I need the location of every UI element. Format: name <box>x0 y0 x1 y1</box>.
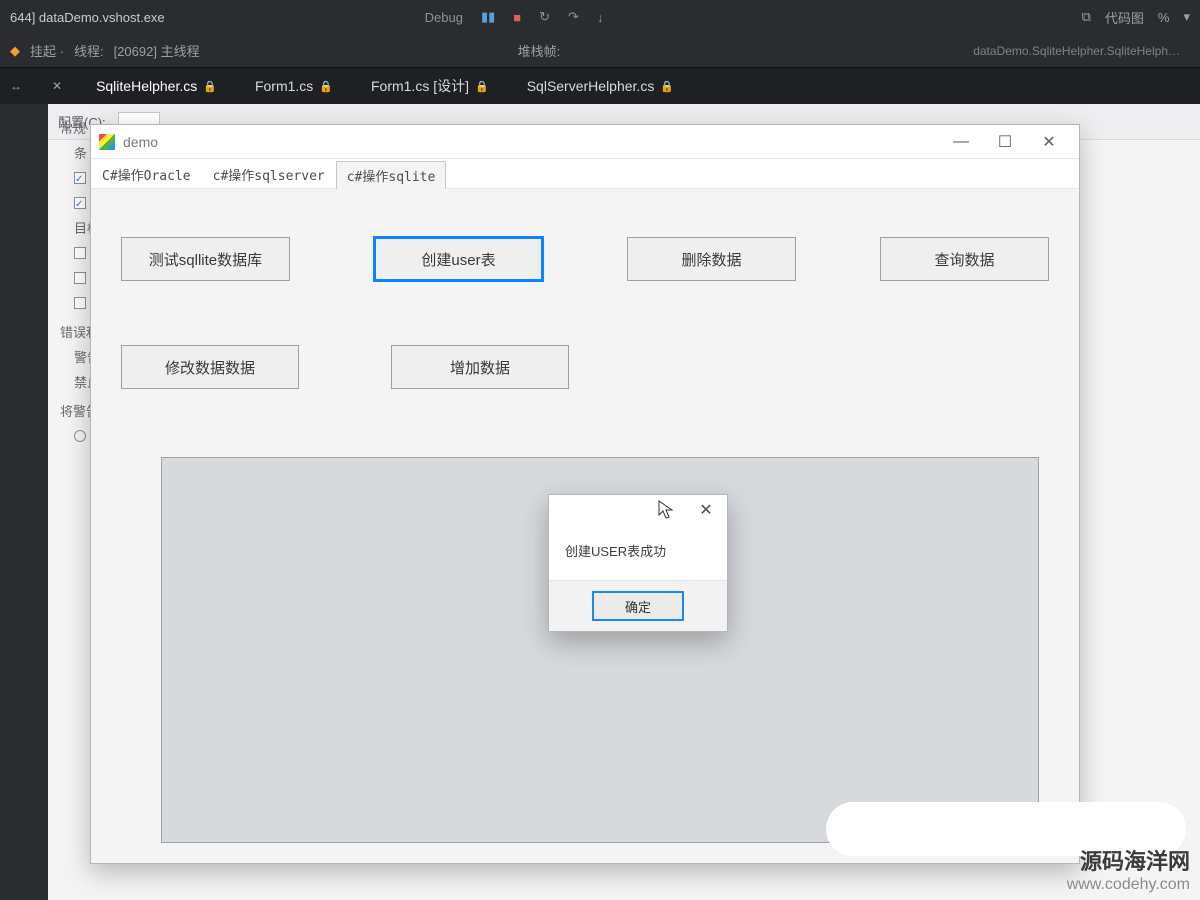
tab-label: C#操作Oracle <box>102 169 191 184</box>
query-data-button[interactable]: 查询数据 <box>880 237 1049 281</box>
create-user-table-button[interactable]: 创建user表 <box>374 237 543 281</box>
tab-form1-design[interactable]: Form1.cs [设计] 🔒 <box>367 70 493 102</box>
tab-sqlserverhelpher[interactable]: SqlServerHelpher.cs 🔒 <box>523 72 678 100</box>
vs-toolbar-secondary: ◆ 挂起 · 线程: [20692] 主线程 堆栈帧: dataDemo.Sql… <box>0 34 1200 68</box>
watermark-line1: 源码海洋网 <box>1067 844 1190 876</box>
demo-window-title: demo <box>123 134 158 150</box>
pin-icon[interactable]: 🔒 <box>660 80 674 93</box>
thread-label: 线程: <box>74 41 104 60</box>
demo-tabs: C#操作Oracle c#操作sqlserver c#操作sqlite <box>91 159 1079 189</box>
checkbox-icon[interactable] <box>74 172 86 184</box>
tab-sqlserver[interactable]: c#操作sqlserver <box>202 160 336 188</box>
tab-label: Form1.cs <box>255 78 313 94</box>
tab-oracle[interactable]: C#操作Oracle <box>91 160 202 188</box>
watermark: 源码海洋网 www.codehy.com <box>1067 844 1190 894</box>
vs-titlebar: 644] dataDemo.vshost.exe Debug ▮▮ ■ ↻ ↷ … <box>0 0 1200 34</box>
thread-value[interactable]: [20692] 主线程 <box>114 41 200 60</box>
checkbox-icon[interactable] <box>74 247 86 259</box>
tab-label: Form1.cs [设计] <box>371 76 469 96</box>
tab-form1[interactable]: Form1.cs 🔒 <box>251 72 337 100</box>
pin-icon[interactable]: 🔒 <box>319 80 333 93</box>
stackframe-breadcrumb[interactable]: dataDemo.SqliteHelpher.SqliteHelph… <box>973 44 1180 58</box>
tab-label: SqliteHelpher.cs <box>96 78 197 94</box>
checkbox-icon[interactable] <box>74 297 86 309</box>
suspend-label: 挂起 · <box>30 41 64 60</box>
chevron-down-icon[interactable]: ▾ <box>1183 9 1190 25</box>
tab-label: SqlServerHelpher.cs <box>527 78 655 94</box>
watermark-line2: www.codehy.com <box>1067 876 1190 894</box>
message-box: ✕ 创建USER表成功 确定 <box>548 494 728 632</box>
tab-label: c#操作sqlserver <box>213 169 325 184</box>
tab-sqlitehelpher[interactable]: SqliteHelpher.cs 🔒 <box>92 72 221 100</box>
debug-config-dropdown[interactable]: Debug <box>425 10 463 25</box>
code-map-icon[interactable]: ⧉ <box>1082 9 1091 25</box>
test-sqlite-button[interactable]: 测试sqllite数据库 <box>121 237 290 281</box>
debug-step-into-icon[interactable]: ↓ <box>597 10 604 25</box>
update-data-button[interactable]: 修改数据数据 <box>121 345 299 389</box>
insert-data-button[interactable]: 增加数据 <box>391 345 569 389</box>
orange-marker-icon: ◆ <box>10 43 20 59</box>
tab-sqlite[interactable]: c#操作sqlite <box>336 161 447 189</box>
tab-label: c#操作sqlite <box>347 170 436 185</box>
tab-prev-icon[interactable]: ↔ <box>10 79 22 93</box>
message-box-titlebar[interactable]: ✕ <box>549 495 727 525</box>
percent-icon[interactable]: % <box>1158 10 1170 25</box>
minimize-button[interactable]: — <box>939 128 983 156</box>
stackframe-label: 堆栈帧: <box>518 41 561 60</box>
code-map-label[interactable]: 代码图 <box>1105 8 1144 27</box>
checkbox-icon[interactable] <box>74 272 86 284</box>
debug-step-over-icon[interactable]: ↷ <box>568 9 579 25</box>
message-box-close-button[interactable]: ✕ <box>691 498 721 522</box>
left-rail <box>0 104 48 900</box>
delete-data-button[interactable]: 删除数据 <box>627 237 796 281</box>
close-button[interactable]: ✕ <box>1027 128 1071 156</box>
app-icon <box>99 134 115 150</box>
demo-window-titlebar[interactable]: demo — ☐ ✕ <box>91 125 1079 159</box>
debug-stop-icon[interactable]: ■ <box>513 10 521 25</box>
message-box-text: 创建USER表成功 <box>549 525 727 580</box>
tab-close-icon[interactable]: ✕ <box>52 79 62 93</box>
debug-restart-icon[interactable]: ↻ <box>539 9 550 25</box>
pin-icon[interactable]: 🔒 <box>475 80 489 93</box>
message-box-ok-button[interactable]: 确定 <box>592 591 684 621</box>
document-tabs: ↔ ✕ SqliteHelpher.cs 🔒 Form1.cs 🔒 Form1.… <box>0 68 1200 104</box>
checkbox-icon[interactable] <box>74 197 86 209</box>
maximize-button[interactable]: ☐ <box>983 128 1027 156</box>
debug-pause-icon[interactable]: ▮▮ <box>481 9 495 25</box>
process-title: 644] dataDemo.vshost.exe <box>10 10 165 25</box>
pin-icon[interactable]: 🔒 <box>203 80 217 93</box>
